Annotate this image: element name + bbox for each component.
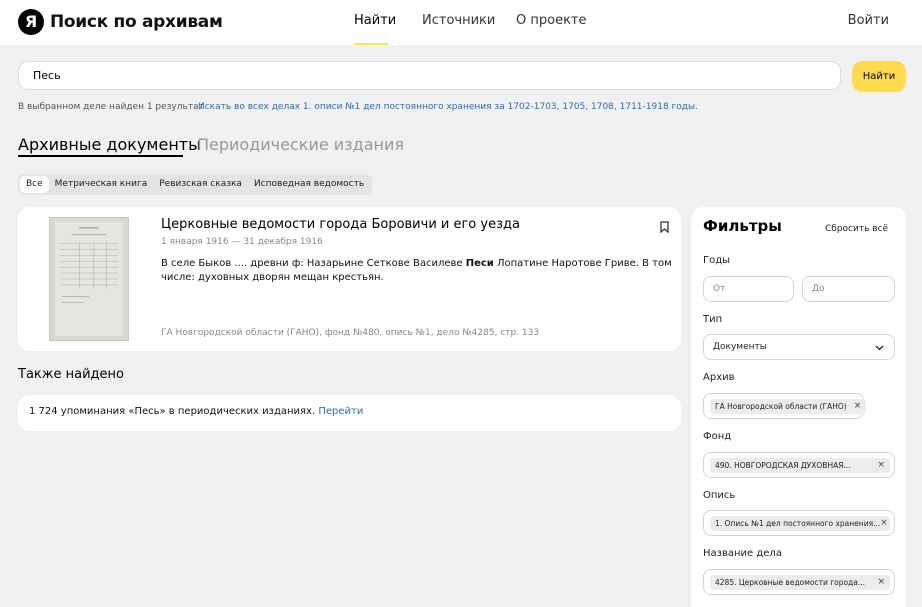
filters-title: Фильтры [703, 217, 782, 235]
result-date: 1 января 1916 — 31 декабря 1916 [161, 237, 323, 247]
opis-field[interactable]: 1. Опись №1 дел постоянного хранения... … [703, 510, 895, 536]
document-thumbnail[interactable] [49, 217, 129, 341]
document-type-chips: Все Метрическая книга Ревизская сказка И… [18, 174, 373, 195]
case-tag-label: 4285. Церковные ведомости города... [715, 578, 866, 587]
archive-field[interactable]: ГА Новгородской области (ГАНО) × [703, 393, 867, 419]
tab-archival-documents[interactable]: Архивные документы [18, 135, 201, 154]
years-label: Годы [703, 255, 731, 266]
remove-archive-icon[interactable]: × [854, 399, 862, 414]
nav-active-underline [354, 43, 388, 45]
opis-tag-label: 1. Опись №1 дел постоянного хранения... [715, 519, 881, 528]
year-to-input[interactable]: До [802, 276, 895, 302]
nav-about[interactable]: О проекте [516, 13, 587, 28]
archive-tag-label: ГА Новгородской области (ГАНО) [715, 402, 847, 411]
reset-filters-button[interactable]: Сбросить всё [825, 224, 888, 234]
result-card[interactable]: Церковные ведомости города Боровичи и ег… [18, 207, 681, 351]
bookmark-icon[interactable] [660, 221, 669, 233]
logo-text: Поиск по архивам [50, 12, 223, 32]
remove-case-icon[interactable]: × [877, 575, 885, 590]
also-found-link[interactable]: Перейти [318, 406, 363, 417]
filters-panel: Фильтры Сбросить всё Годы От До Тип Доку… [691, 207, 906, 607]
opis-tag: 1. Опись №1 дел постоянного хранения... … [710, 516, 890, 531]
tab-active-underline [18, 155, 183, 157]
result-source: ГА Новгородской области (ГАНО), фонд №48… [161, 328, 540, 338]
top-header: Я Поиск по архивам Найти Источники О про… [0, 0, 922, 45]
nav-sources[interactable]: Источники [422, 13, 495, 28]
remove-opis-icon[interactable]: × [880, 516, 888, 531]
also-found-text: 1 724 упоминания «Песь» в периодических … [29, 406, 316, 417]
chip-confession-record[interactable]: Исповедная ведомость [248, 176, 370, 193]
snippet-highlight: Песи [465, 258, 494, 269]
type-select[interactable]: Документы [703, 334, 895, 360]
opis-label: Опись [703, 490, 736, 501]
result-title[interactable]: Церковные ведомости города Боровичи и ег… [161, 217, 520, 232]
also-found-heading: Также найдено [18, 367, 124, 382]
tab-periodicals[interactable]: Периодические издания [197, 135, 404, 154]
yandex-logo-icon: Я [18, 9, 44, 35]
year-from-input[interactable]: От [703, 276, 794, 302]
search-input[interactable]: Песь [18, 61, 841, 90]
remove-fond-icon[interactable]: × [877, 458, 885, 473]
case-tag: 4285. Церковные ведомости города... × [710, 575, 890, 590]
chevron-down-icon [875, 345, 884, 351]
logo[interactable]: Я Поиск по архивам [18, 9, 223, 35]
case-field[interactable]: 4285. Церковные ведомости города... × [703, 569, 895, 595]
chip-all[interactable]: Все [20, 176, 49, 193]
fond-tag: 490. НОВГОРОДСКАЯ ДУХОВНАЯ... × [710, 458, 890, 473]
archive-tag: ГА Новгородской области (ГАНО) × [710, 399, 867, 414]
type-select-value: Документы [713, 342, 767, 352]
fond-tag-label: 490. НОВГОРОДСКАЯ ДУХОВНАЯ... [715, 461, 851, 470]
search-all-cases-link[interactable]: Искать во всех делах 1. описи №1 дел пос… [198, 102, 698, 112]
snippet-text-before: В селе Быков .... древни ф: Назарьине Се… [161, 258, 466, 269]
result-snippet: В селе Быков .... древни ф: Назарьине Се… [161, 257, 673, 285]
login-link[interactable]: Войти [848, 13, 889, 28]
fond-field[interactable]: 490. НОВГОРОДСКАЯ ДУХОВНАЯ... × [703, 452, 895, 478]
type-label: Тип [703, 314, 723, 325]
fond-label: Фонд [703, 431, 732, 442]
chip-metric-book[interactable]: Метрическая книга [49, 176, 154, 193]
case-label: Название дела [703, 548, 782, 559]
nav-find[interactable]: Найти [354, 13, 396, 28]
archive-label: Архив [703, 372, 735, 383]
also-found-card: 1 724 упоминания «Песь» в периодических … [18, 395, 681, 431]
search-button[interactable]: Найти [852, 61, 906, 92]
chip-revision-tale[interactable]: Ревизская сказка [153, 176, 248, 193]
result-count-note: В выбранном деле найден 1 результат [18, 102, 204, 112]
